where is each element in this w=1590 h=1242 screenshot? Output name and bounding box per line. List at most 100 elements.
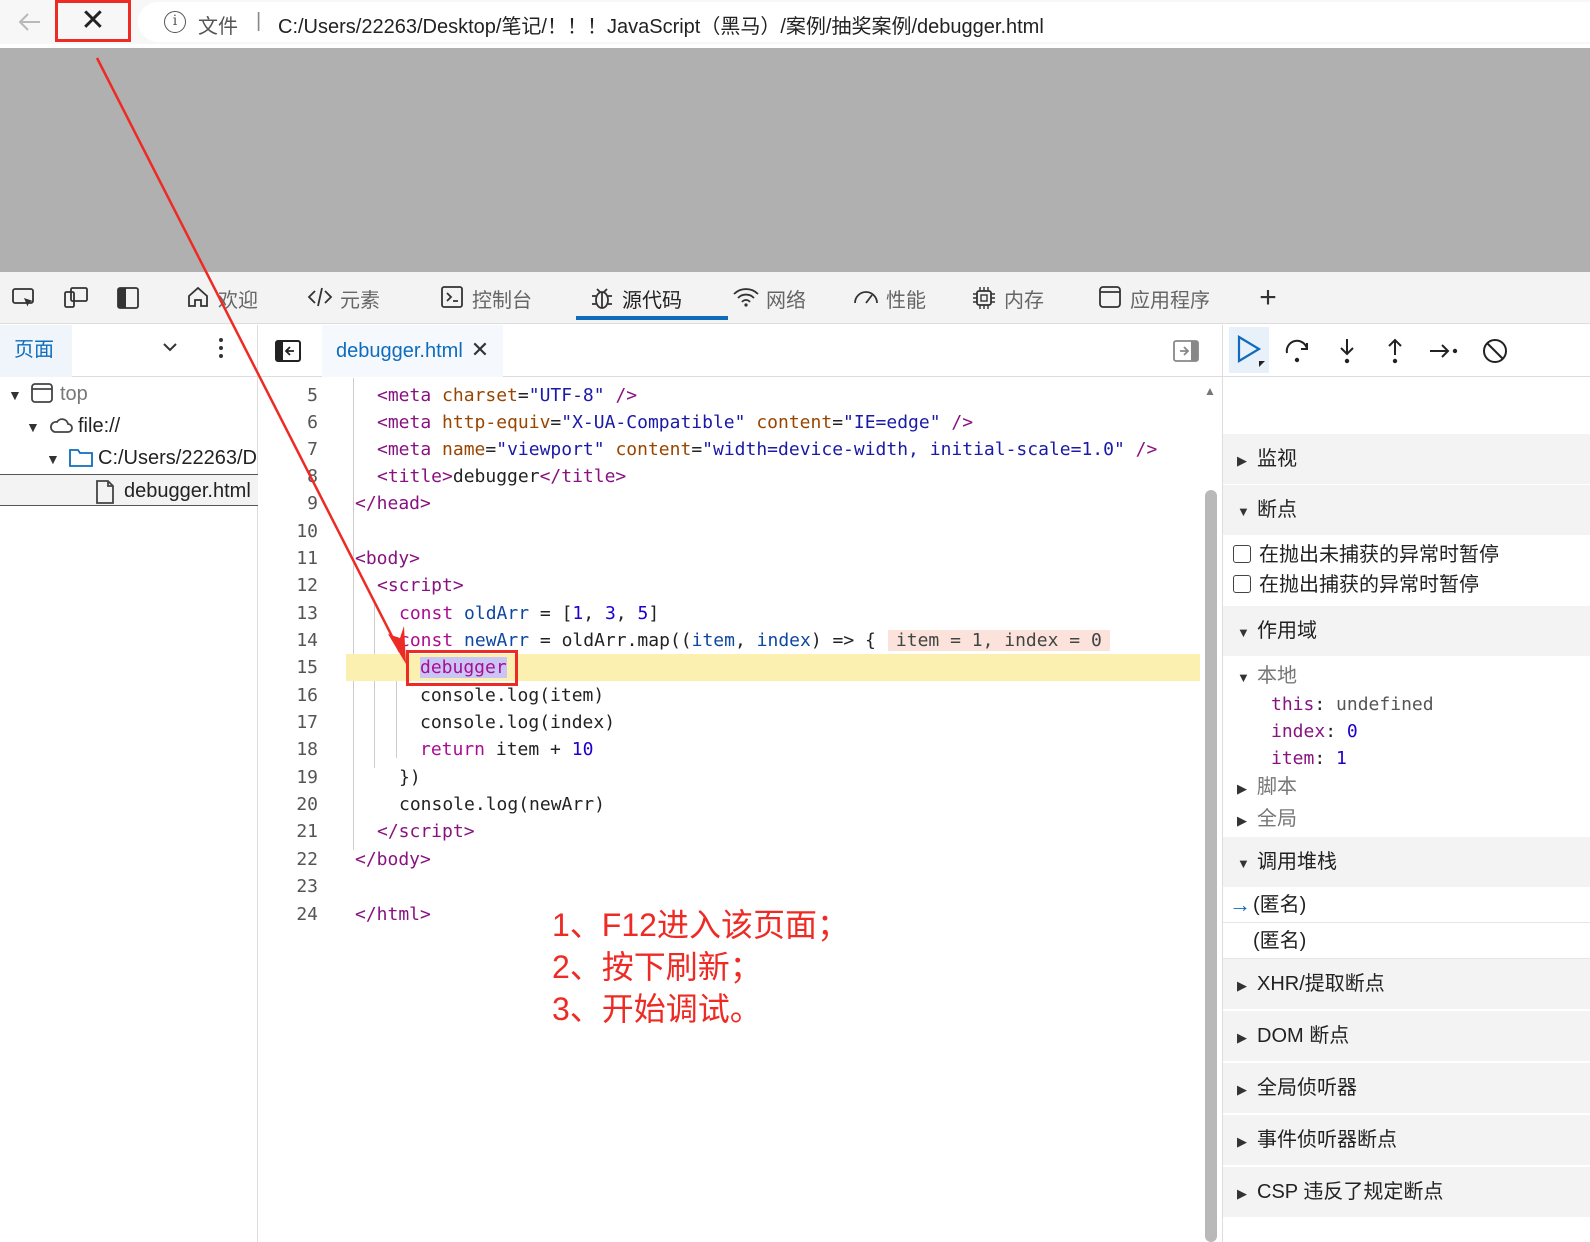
tree-item-label: C:/Users/22263/Desktop [98, 447, 258, 469]
editor-file-tab[interactable]: debugger.html ✕ [322, 325, 504, 377]
scope-var-index[interactable]: index: 0 [1271, 718, 1358, 745]
device-toggle-icon[interactable] [62, 284, 90, 312]
tree-item-folder[interactable]: ▼ C:/Users/22263/Desktop [0, 442, 258, 474]
annotation-step-1: 1、F12进入该页面； [552, 907, 849, 943]
active-tab-indicator [576, 316, 728, 320]
checkbox-label: 在抛出未捕获的异常时暂停 [1259, 544, 1499, 566]
url-box[interactable]: i 文件 | C:/Users/22263/Desktop/笔记/！！！Java… [138, 2, 1590, 42]
section-watch[interactable]: ▶ 监视 [1223, 434, 1590, 484]
line-number: 21 [296, 821, 318, 842]
section-event-listener-breakpoints[interactable]: ▶ 事件侦听器断点 [1223, 1115, 1590, 1165]
checkbox[interactable] [1233, 574, 1251, 593]
line-number: 5 [307, 385, 318, 406]
tab-performance[interactable]: 性能 [852, 272, 926, 324]
section-dom-breakpoints[interactable]: ▶ DOM 断点 [1223, 1011, 1590, 1061]
more-vertical-icon[interactable] [216, 333, 226, 370]
tab-label: 源代码 [622, 289, 682, 312]
pause-caught-checkbox[interactable]: 在抛出捕获的异常时暂停 [1233, 570, 1479, 600]
tab-memory[interactable]: 内存 [970, 272, 1044, 324]
code-line: 10 [260, 518, 1200, 545]
scope-local[interactable]: ▼ 本地 [1237, 661, 1297, 691]
line-number: 15 [296, 657, 318, 678]
scrollbar-thumb[interactable] [1205, 490, 1217, 1242]
editor-scrollbar[interactable]: ▲ [1202, 378, 1220, 1242]
window-icon [30, 382, 54, 404]
code-line: 23 [260, 873, 1200, 900]
line-number: 18 [296, 739, 318, 760]
chevron-down-icon[interactable] [160, 337, 180, 362]
step-over-icon[interactable] [1281, 335, 1313, 367]
file-label: 文件 [198, 16, 238, 38]
section-call-stack[interactable]: ▼ 调用堆栈 [1223, 837, 1590, 887]
section-label: DOM 断点 [1257, 1025, 1350, 1047]
var-key: this [1271, 694, 1315, 715]
triangle-right-icon: ▶ [1237, 1186, 1247, 1201]
scroll-up-icon[interactable]: ▲ [1204, 384, 1216, 398]
checkbox[interactable] [1233, 544, 1251, 563]
back-icon[interactable] [14, 6, 46, 38]
line-number: 8 [307, 466, 318, 487]
tab-network[interactable]: 网络 [732, 272, 806, 324]
dock-icon[interactable] [114, 284, 142, 312]
section-csp-breakpoints[interactable]: ▶ CSP 违反了规定断点 [1223, 1167, 1590, 1217]
triangle-right-icon: ▶ [1237, 1030, 1247, 1045]
add-tab-icon[interactable]: + [1254, 283, 1282, 313]
code-line: 8 <title>debugger</title> [260, 463, 1200, 490]
tab-welcome[interactable]: 欢迎 [184, 272, 258, 324]
close-tab-icon[interactable]: ✕ [471, 337, 489, 362]
section-global-listeners[interactable]: ▶ 全局侦听器 [1223, 1063, 1590, 1113]
section-breakpoints[interactable]: ▼ 断点 [1223, 485, 1590, 535]
var-key: item [1271, 748, 1315, 769]
inspect-icon[interactable] [10, 284, 38, 312]
tab-console[interactable]: 控制台 [438, 272, 532, 324]
code-line: 16 console.log(item) [260, 682, 1200, 709]
tab-label: 欢迎 [218, 289, 258, 312]
tab-application[interactable]: 应用程序 [1096, 272, 1210, 324]
section-label: XHR/提取断点 [1257, 973, 1385, 995]
debugger-controls [1223, 325, 1590, 377]
deactivate-breakpoints-icon[interactable] [1479, 335, 1511, 367]
scope-var-this[interactable]: this: undefined [1271, 691, 1434, 718]
scope-label: 本地 [1257, 665, 1297, 687]
tree-item-label: top [60, 383, 88, 405]
step-icon[interactable] [1427, 335, 1459, 367]
debugger-panel: ▶ 监视 ▼ 断点 在抛出未捕获的异常时暂停 在抛出捕获的异常时暂停 ▼ 作用域 ▼ 本… [1222, 325, 1590, 1242]
section-scope[interactable]: ▼ 作用域 [1223, 606, 1590, 656]
tab-label: 应用程序 [1130, 289, 1210, 312]
code-line: 19}) [260, 764, 1200, 791]
call-stack-frame[interactable]: → (匿名) [1223, 887, 1590, 923]
tree-item-debugger-html[interactable]: debugger.html [0, 474, 258, 506]
resume-icon[interactable] [1229, 327, 1269, 373]
toggle-debugger-icon[interactable] [1172, 339, 1200, 363]
pause-uncaught-checkbox[interactable]: 在抛出未捕获的异常时暂停 [1233, 540, 1499, 570]
toggle-navigator-icon[interactable] [274, 339, 302, 363]
close-icon[interactable]: ✕ [55, 0, 131, 42]
url-separator: | [256, 10, 262, 32]
info-icon[interactable]: i [164, 11, 186, 33]
wifi-icon [732, 284, 760, 312]
scope-var-item[interactable]: item: 1 [1271, 745, 1347, 772]
line-number: 10 [296, 521, 318, 542]
tree-item-top[interactable]: ▼ top [0, 378, 258, 410]
devtools-toolbar: 欢迎 元素 控制台 源代码 网络 性能 内存 应用程序 + [0, 272, 1590, 324]
triangle-right-icon: ▶ [1237, 1082, 1247, 1097]
step-out-icon[interactable] [1379, 335, 1411, 367]
line-number: 13 [296, 603, 318, 624]
code-line: 22 </body> [260, 846, 1200, 873]
step-into-icon[interactable] [1331, 335, 1363, 367]
call-stack-frame[interactable]: (匿名) [1223, 923, 1590, 959]
tab-elements[interactable]: 元素 [306, 272, 380, 324]
tab-label: 内存 [1004, 289, 1044, 312]
tab-page[interactable]: 页面 [0, 325, 72, 377]
tree-item-file[interactable]: ▼ file:// [0, 410, 258, 442]
folder-icon [68, 446, 93, 468]
code-line: 18 return item + 10 [260, 736, 1200, 763]
tab-label: 元素 [340, 289, 380, 312]
triangle-down-icon: ▼ [1237, 504, 1250, 519]
code-editor[interactable]: 5 <meta charset="UTF-8" /> 6 <meta http-eq… [260, 378, 1200, 1242]
scope-script[interactable]: ▶ 脚本 [1237, 772, 1297, 802]
scope-global[interactable]: ▶ 全局 [1237, 804, 1297, 834]
url-text[interactable]: C:/Users/22263/Desktop/笔记/！！！JavaScript（… [278, 10, 1044, 39]
line-number: 24 [296, 904, 318, 925]
section-xhr-breakpoints[interactable]: ▶ XHR/提取断点 [1223, 959, 1590, 1009]
